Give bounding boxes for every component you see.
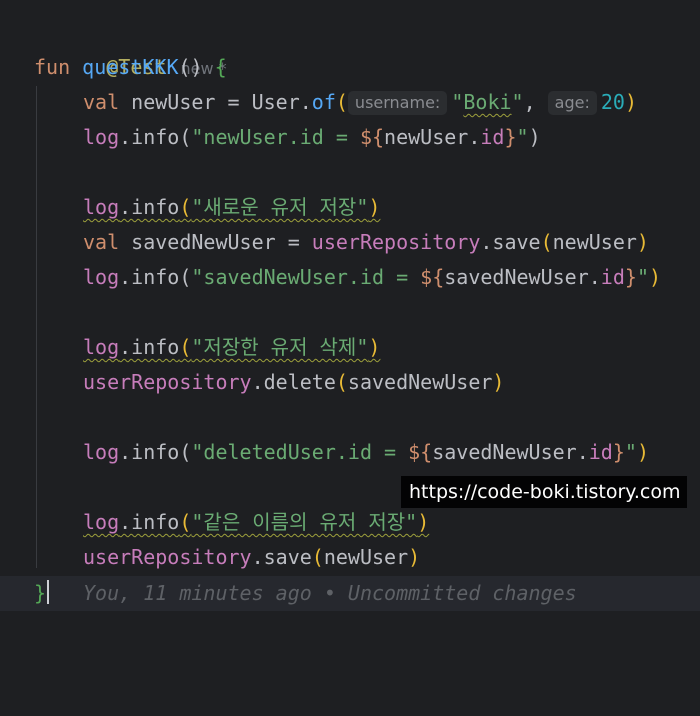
argument: newUser (323, 545, 409, 569)
close-paren: ) (417, 510, 430, 534)
template-close: } (504, 125, 517, 149)
method-call: .delete (251, 370, 336, 394)
code-editor[interactable]: @Test new * fun questKKK() { val newUser … (0, 0, 700, 638)
log-ref: log (83, 510, 120, 534)
parameter-hint-username: username: (347, 91, 448, 115)
string-argument: "Boki" (451, 90, 524, 114)
string-end: " (636, 265, 649, 289)
number-argument: 20 (600, 90, 625, 114)
variable-declaration: savedNewUser = (119, 230, 312, 254)
argument: newUser (552, 230, 637, 254)
info-call: .info( (119, 125, 192, 149)
code-line-4[interactable]: val savedNewUser = userRepository.save(n… (0, 225, 700, 260)
string-literal: "savedNewUser.id = (191, 265, 421, 289)
method-call: of (311, 90, 336, 114)
info-call: .info (119, 510, 180, 534)
info-call: .info (119, 195, 180, 219)
open-paren: ( (335, 370, 348, 394)
val-keyword: val (83, 230, 120, 254)
template-prop: id (588, 440, 613, 464)
code-line-2[interactable]: log.info("newUser.id = ${newUser.id}") (0, 120, 700, 155)
close-paren: ) (636, 440, 649, 464)
template-open: ${ (420, 265, 445, 289)
method-call: .save (480, 230, 541, 254)
code-line-8[interactable]: log.info("deletedUser.id = ${savedNewUse… (0, 435, 700, 470)
string-literal: "같은 이름의 유저 저장" (191, 510, 418, 534)
open-paren: ( (179, 195, 192, 219)
code-line-10[interactable]: userRepository.save(newUser) (0, 540, 700, 575)
open-paren: ( (179, 510, 192, 534)
log-ref: log (83, 265, 120, 289)
close-brace: } (34, 581, 47, 605)
template-prop: id (480, 125, 505, 149)
method-call: .save (251, 545, 312, 569)
val-keyword: val (83, 90, 120, 114)
parameter-hint-age: age: (547, 91, 597, 115)
close-paren: ) (648, 265, 662, 289)
fun-keyword: fun (34, 55, 71, 79)
code-line-7[interactable]: userRepository.delete(savedNewUser) (0, 365, 700, 400)
argument: savedNewUser (347, 370, 493, 394)
typo-squiggle: Boki (463, 90, 512, 114)
string-literal: "newUser.id = (191, 125, 360, 149)
warning-squiggle: log.info("같은 이름의 유저 저장") (83, 505, 429, 540)
open-paren: ( (335, 90, 348, 114)
close-paren: ) (492, 370, 505, 394)
info-call: .info (119, 335, 180, 359)
string-literal: "deletedUser.id = (191, 440, 409, 464)
close-paren: ) (528, 125, 541, 149)
info-call: .info( (119, 440, 192, 464)
repository-ref: userRepository (83, 545, 252, 569)
text-caret (47, 580, 50, 604)
template-var: savedNewUser. (444, 265, 601, 289)
template-var: newUser. (384, 125, 481, 149)
open-paren: ( (311, 545, 324, 569)
code-line-function-declaration[interactable]: fun questKKK() { (0, 50, 700, 85)
repository-ref: userRepository (311, 230, 481, 254)
close-paren: ) (636, 230, 649, 254)
warning-squiggle: log.info("새로운 유저 저장") (83, 190, 380, 225)
code-line-5[interactable]: log.info("savedNewUser.id = ${savedNewUs… (0, 260, 700, 295)
close-paren: ) (408, 545, 421, 569)
close-paren: ) (624, 90, 638, 114)
info-call: .info( (119, 265, 192, 289)
string-end: " (624, 440, 637, 464)
code-line-current[interactable]: } You, 11 minutes ago • Uncommitted chan… (0, 576, 700, 611)
function-name[interactable]: questKKK (82, 55, 178, 79)
close-paren: ) (368, 335, 381, 359)
template-open: ${ (408, 440, 433, 464)
code-line-annotation[interactable]: @Test new * (0, 15, 700, 79)
template-prop: id (600, 265, 625, 289)
close-paren: ) (368, 195, 381, 219)
variable-declaration: newUser = User. (119, 90, 312, 114)
log-ref: log (83, 195, 120, 219)
warning-squiggle: log.info("저장한 유저 삭제") (83, 330, 380, 365)
open-brace: { (214, 55, 227, 79)
code-line-9[interactable]: log.info("같은 이름의 유저 저장") (0, 505, 700, 540)
open-paren: ( (179, 335, 192, 359)
string-literal: "저장한 유저 삭제" (191, 335, 369, 359)
log-ref: log (83, 440, 120, 464)
template-close: } (624, 265, 637, 289)
template-var: savedNewUser. (432, 440, 589, 464)
repository-ref: userRepository (83, 370, 252, 394)
open-paren: ( (540, 230, 553, 254)
param-parens: () (178, 55, 203, 79)
template-close: } (612, 440, 625, 464)
template-open: ${ (359, 125, 385, 149)
log-ref: log (83, 125, 120, 149)
watermark: https://code-boki.tistory.com (401, 476, 687, 508)
code-line-3[interactable]: log.info("새로운 유저 저장") (0, 190, 700, 225)
string-literal: "새로운 유저 저장" (191, 195, 369, 219)
comma: , (523, 90, 536, 114)
string-end: " (516, 125, 529, 149)
code-line-6[interactable]: log.info("저장한 유저 삭제") (0, 330, 700, 365)
log-ref: log (83, 335, 120, 359)
code-line-1[interactable]: val newUser = User.of(username: "Boki", a… (0, 85, 700, 120)
git-blame-annotation[interactable]: You, 11 minutes ago • Uncommitted change… (83, 576, 577, 611)
